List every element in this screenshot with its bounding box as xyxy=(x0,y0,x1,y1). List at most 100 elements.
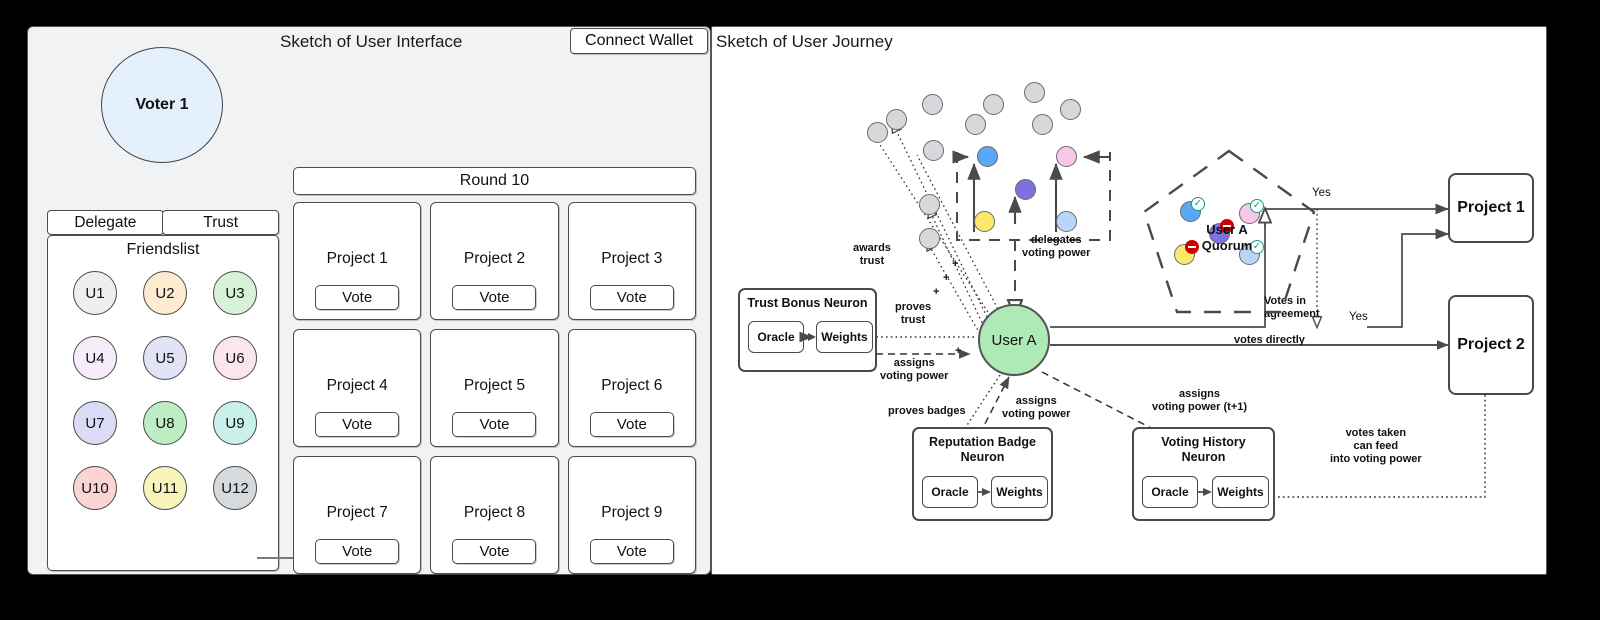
reputation-badge-neuron: Reputation Badge Neuron Oracle Weights xyxy=(912,427,1053,521)
network-node xyxy=(919,194,940,215)
proves-trust-line1: proves xyxy=(895,301,932,313)
delegate-node xyxy=(974,211,995,232)
network-node xyxy=(983,94,1004,115)
assigns-voting-power-t1-label: assigns voting power (t+1) xyxy=(1152,388,1247,414)
trust-bonus-internal-edge xyxy=(799,331,816,343)
assigns-t1-line2: voting power (t+1) xyxy=(1152,400,1248,413)
friendslist-panel: Friendslist U1 U2 U3 U4 U5 U6 U7 U8 U9 U10 U11 U12 xyxy=(47,235,279,571)
journey-project-1-box: Project 1 xyxy=(1448,173,1534,243)
friend-avatar[interactable]: U7 xyxy=(73,401,117,445)
delegate-node xyxy=(977,146,998,167)
network-node xyxy=(965,114,986,135)
journey-project-2-box: Project 2 xyxy=(1448,295,1534,395)
voter-avatar: Voter 1 xyxy=(101,47,223,163)
project-card-title: Project 9 xyxy=(601,503,663,521)
friend-avatar[interactable]: U2 xyxy=(143,271,187,315)
proves-trust-line2: trust xyxy=(900,313,926,326)
votes-feed-line3: into voting power xyxy=(1330,452,1422,465)
project-card: Project 2 Vote xyxy=(430,202,559,320)
vote-button[interactable]: Vote xyxy=(589,412,674,437)
quorum-member: ✓ xyxy=(1180,197,1205,222)
project-card: Project 9 Vote xyxy=(567,456,696,574)
delegates-voting-power-label: delegates voting power xyxy=(1022,234,1090,260)
awards-trust-line1: awards xyxy=(853,242,891,254)
delegate-trust-tabs: Delegate Trust xyxy=(47,210,280,235)
friend-avatar[interactable]: U8 xyxy=(143,401,187,445)
votes-feed-line2: can feed xyxy=(1353,439,1399,452)
assigns-voting-power-trust-label: assigns voting power xyxy=(880,357,948,383)
friend-avatar[interactable]: U11 xyxy=(143,466,187,510)
friend-avatar[interactable]: U9 xyxy=(213,401,257,445)
project-card: Project 3 Vote xyxy=(567,202,696,320)
project-card: Project 8 Vote xyxy=(430,456,559,574)
project-card-title: Project 1 xyxy=(326,249,388,267)
project-card-title: Project 5 xyxy=(463,376,526,394)
proves-badges-label: proves badges xyxy=(888,405,966,417)
delegate-node xyxy=(1015,179,1036,200)
check-icon: ✓ xyxy=(1250,199,1264,213)
tab-trust[interactable]: Trust xyxy=(162,210,280,235)
assigns-voting-power-badge-label: assigns voting power xyxy=(1002,395,1070,421)
assigns-trust-line1: assigns xyxy=(893,357,935,369)
awards-trust-line2: trust xyxy=(859,254,885,267)
assigns-badge-line1: assigns xyxy=(1015,395,1057,407)
vote-button[interactable]: Vote xyxy=(452,285,537,310)
project-card: Project 6 Vote xyxy=(567,329,696,447)
votes-feed-line1: votes taken xyxy=(1345,427,1407,439)
project-card: Project 1 Vote xyxy=(293,202,422,320)
user-journey-diagram: User A + + + + awards trust delegates vo… xyxy=(712,27,1548,576)
vote-button[interactable]: Vote xyxy=(315,539,400,564)
quorum-label: User A Quorum xyxy=(1167,222,1287,255)
user-journey-panel: User A + + + + awards trust delegates vo… xyxy=(711,26,1547,575)
vote-button[interactable]: Vote xyxy=(315,412,400,437)
project-card-title: Project 2 xyxy=(463,249,526,267)
vote-button[interactable]: Vote xyxy=(589,539,674,564)
network-node xyxy=(922,94,943,115)
delegate-node xyxy=(1056,146,1077,167)
trust-bonus-neuron: Trust Bonus Neuron Oracle Weights xyxy=(738,288,877,372)
network-node xyxy=(923,140,944,161)
plus-sign-1: + xyxy=(952,258,959,270)
friend-avatar[interactable]: U12 xyxy=(213,466,257,510)
project-card: Project 7 Vote xyxy=(293,456,422,574)
vote-button[interactable]: Vote xyxy=(315,285,400,310)
friend-avatar-grid: U1 U2 U3 U4 U5 U6 U7 U8 U9 U10 U11 U12 xyxy=(60,271,270,510)
project-grid: Project 1 Vote Project 2 Vote Project 3 Vote P… xyxy=(293,202,696,574)
project-card-title: Project 6 xyxy=(601,376,663,394)
project-card-title: Project 3 xyxy=(601,249,663,267)
plus-sign-2: + xyxy=(943,272,950,284)
project-card-title: Project 8 xyxy=(463,503,526,521)
friend-avatar[interactable]: U1 xyxy=(73,271,117,315)
screenshot-root: Sketch of User Interface Connect Wallet … xyxy=(0,0,1600,620)
network-node xyxy=(886,109,907,130)
vote-button[interactable]: Vote xyxy=(452,539,537,564)
user-journey-panel-title: Sketch of User Journey xyxy=(716,32,893,51)
user-a-node: User A xyxy=(978,304,1050,376)
plus-sign-4: + xyxy=(955,345,962,357)
friend-avatar[interactable]: U3 xyxy=(213,271,257,315)
friend-avatar[interactable]: U10 xyxy=(73,466,117,510)
vote-button[interactable]: Vote xyxy=(589,285,674,310)
vote-button[interactable]: Vote xyxy=(452,412,537,437)
connect-wallet-button[interactable]: Connect Wallet xyxy=(570,28,708,54)
project-card: Project 4 Vote xyxy=(293,329,422,447)
proves-trust-label: proves trust xyxy=(895,301,931,327)
quorum-label-line1: User A xyxy=(1206,222,1248,237)
quorum-label-line2: Quorum xyxy=(1201,238,1253,254)
user-interface-panel-title: Sketch of User Interface xyxy=(280,32,463,51)
delegates-line2: voting power xyxy=(1022,246,1091,259)
check-icon: ✓ xyxy=(1191,197,1205,211)
network-node xyxy=(1060,99,1081,120)
assigns-trust-line2: voting power xyxy=(880,369,949,382)
assigns-badge-line2: voting power xyxy=(1002,407,1071,420)
tab-delegate[interactable]: Delegate xyxy=(47,210,164,235)
round-header: Round 10 xyxy=(293,167,696,195)
friend-avatar[interactable]: U6 xyxy=(213,336,257,380)
friendslist-title: Friendslist xyxy=(126,241,200,258)
friend-avatar[interactable]: U5 xyxy=(143,336,187,380)
friend-avatar[interactable]: U4 xyxy=(73,336,117,380)
votes-feed-label: votes taken can feed into voting power xyxy=(1330,427,1422,466)
project-card-title: Project 4 xyxy=(326,376,388,394)
network-node xyxy=(1032,114,1053,135)
network-node xyxy=(1024,82,1045,103)
